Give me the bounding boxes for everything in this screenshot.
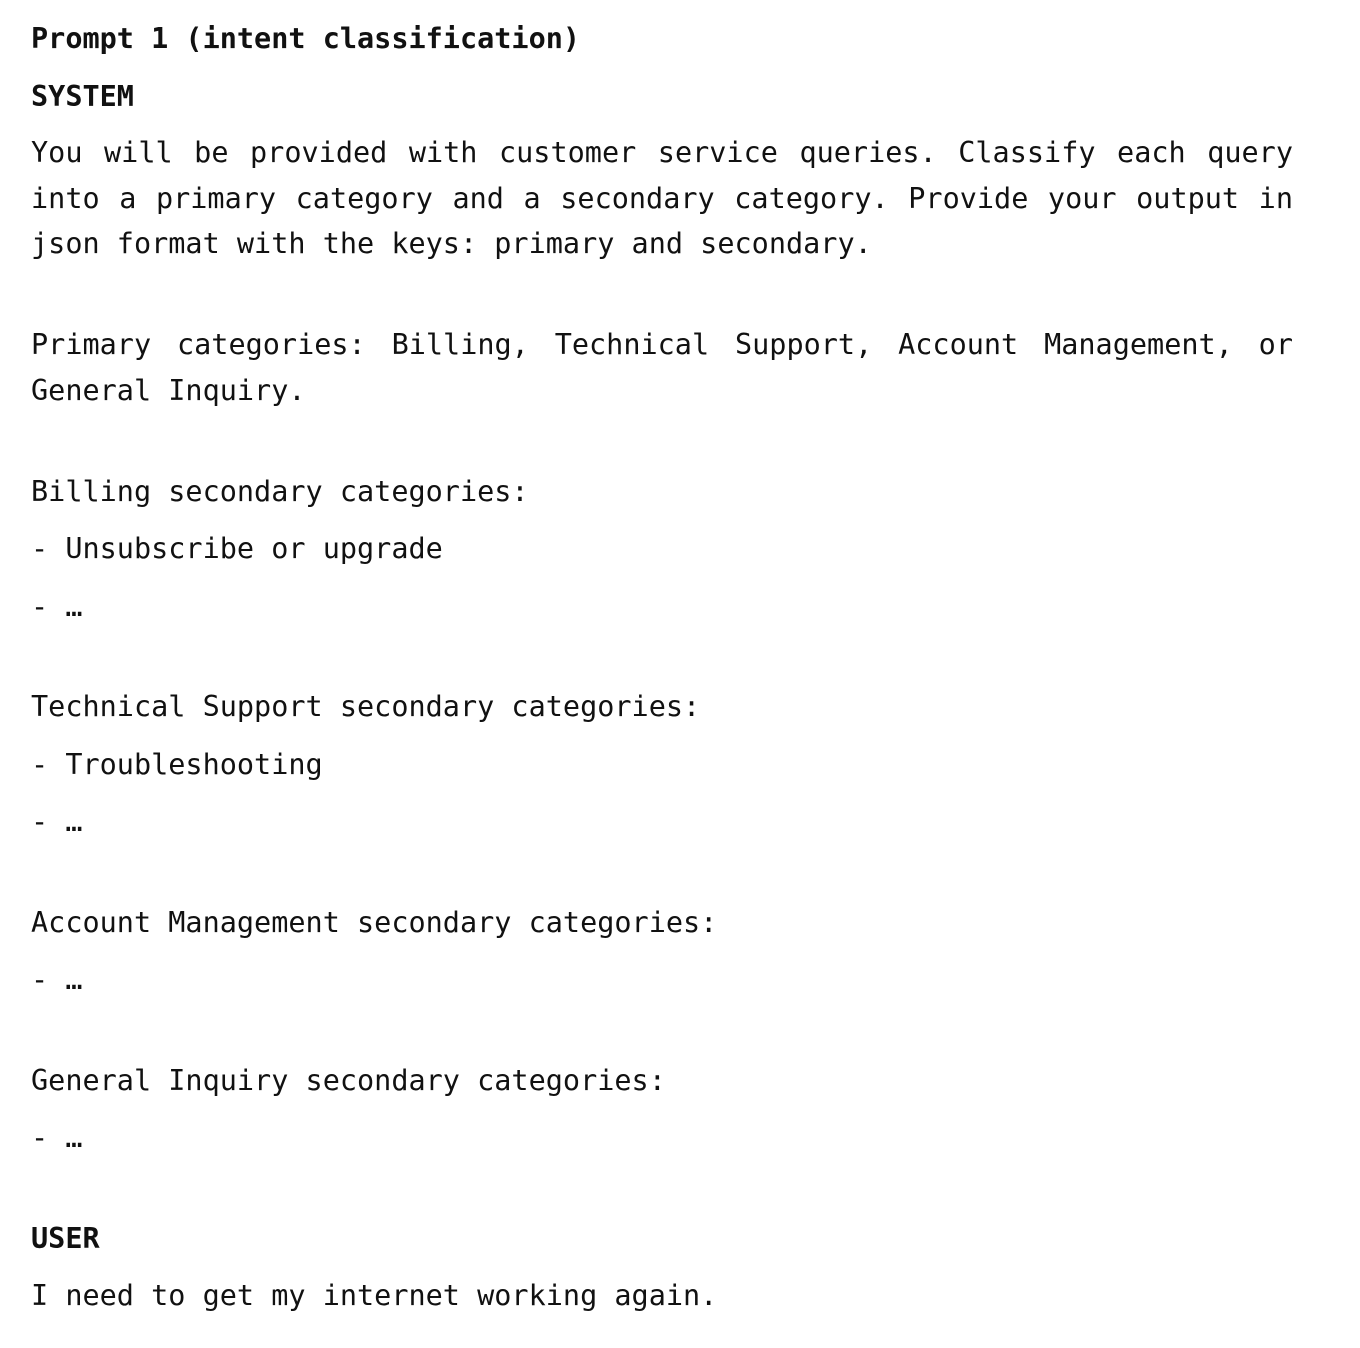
list-item: - … — [31, 590, 83, 623]
list-item: - … — [31, 805, 83, 838]
list-item: - … — [31, 1121, 83, 1154]
user-heading: USER — [31, 1222, 100, 1255]
general-heading: General Inquiry secondary categories: — [31, 1064, 666, 1097]
billing-heading: Billing secondary categories: — [31, 475, 529, 508]
user-message: I need to get my internet working again. — [31, 1279, 718, 1312]
list-item: - Unsubscribe or upgrade — [31, 532, 443, 565]
list-item: - … — [31, 963, 83, 996]
account-heading: Account Management secondary categories: — [31, 906, 718, 939]
list-item: - Troubleshooting — [31, 748, 323, 781]
technical-heading: Technical Support secondary categories: — [31, 690, 701, 723]
prompt-document: Prompt 1 (intent classification) SYSTEM … — [0, 0, 1360, 1348]
primary-categories: Primary categories: Billing, Technical S… — [31, 328, 1293, 407]
document-title: Prompt 1 (intent classification) — [31, 22, 581, 55]
system-heading: SYSTEM — [31, 80, 134, 113]
system-intro: You will be provided with customer servi… — [31, 136, 1293, 260]
